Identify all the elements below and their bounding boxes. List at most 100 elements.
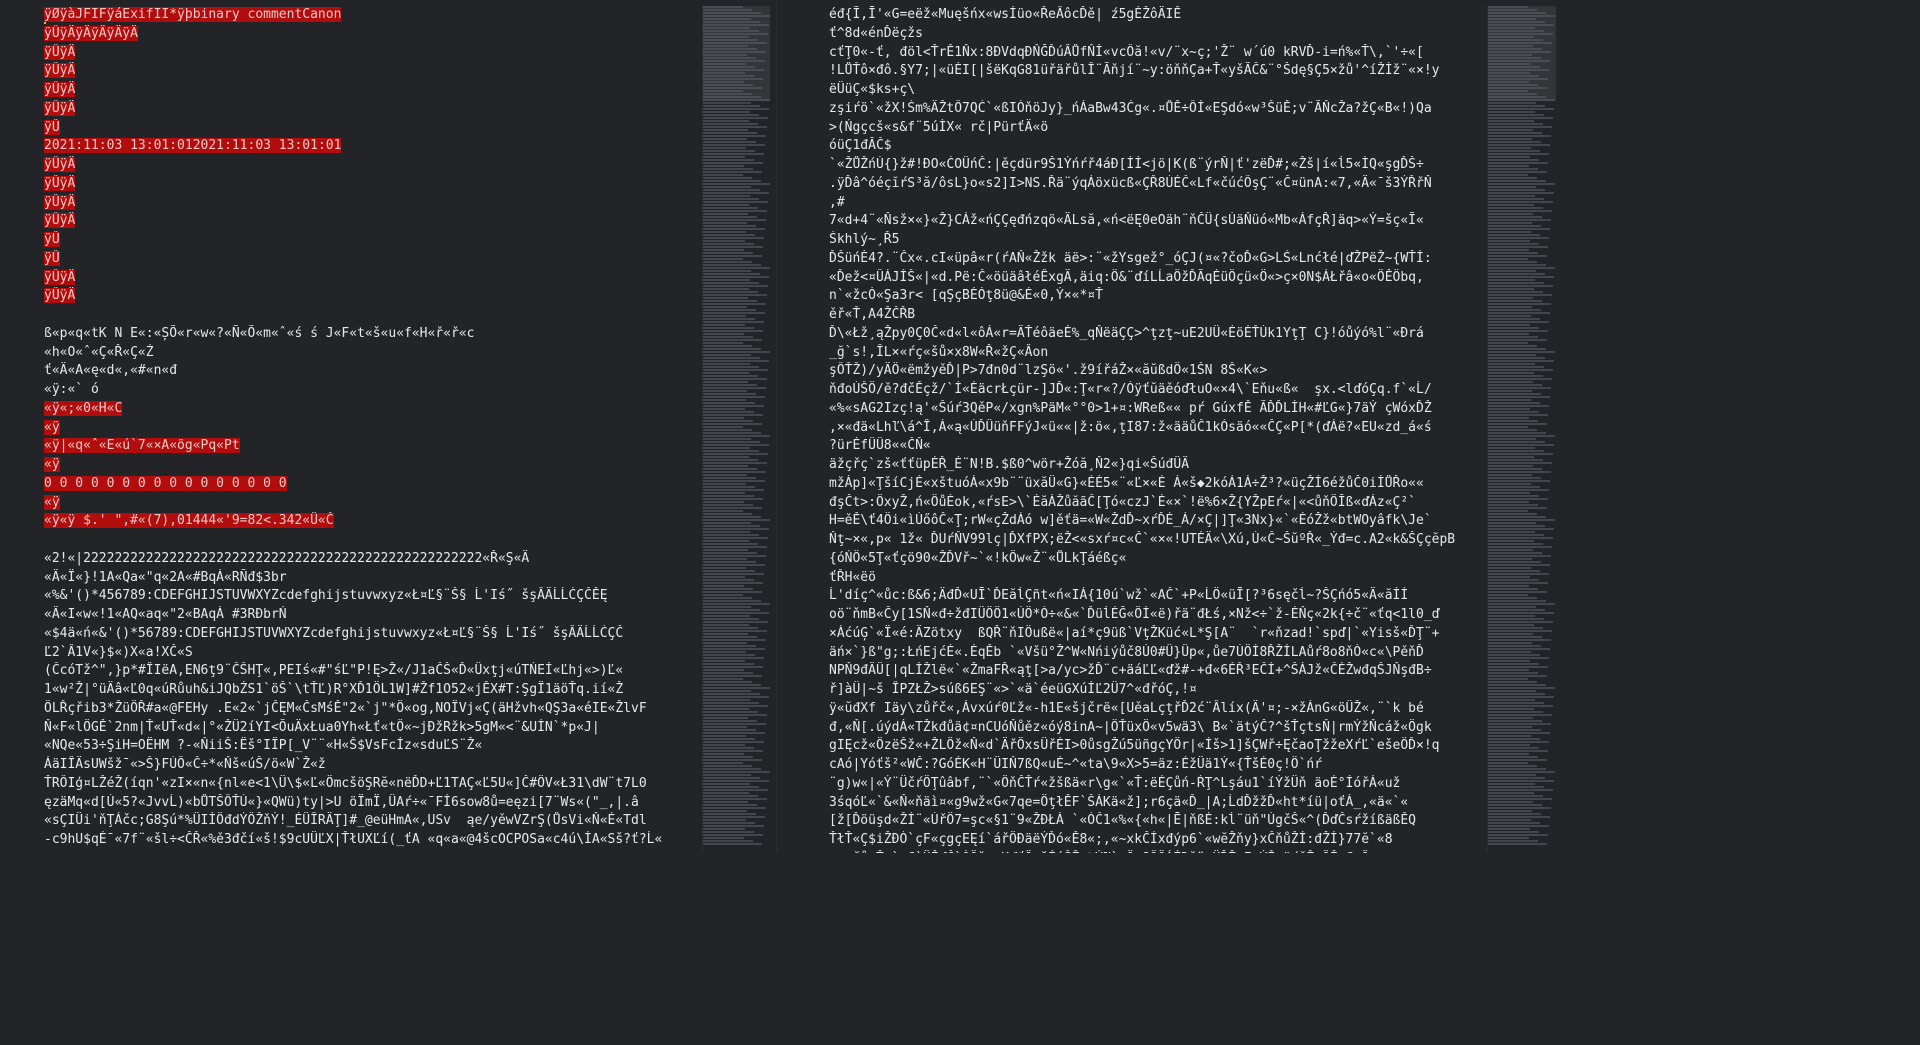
code-line[interactable]: Ň«F«lÖGĚ`2nm|Ť«UŤ«d«|°«ŽÜ2íYI<ÕuÄxŁua0Yh… [44,719,700,738]
editor-pane-left[interactable]: ÿØÿàJFIFÿáExifII*ÿþbinary commentCanon ÿÛ… [0,0,770,853]
code-line[interactable]: zşiŕö`«žX!Śm%ÄŽtÔ7QĆ`«ßIÓňöJy}_ńÁaBw43Ćg… [829,100,1485,119]
code-line[interactable]: ÿÛÿÄÿÄÿÄÿÄÿÄ [44,25,700,44]
code-line[interactable]: 1«w²Ž|°üÄâ«Ľ0q«úRůuh&iJQbŹS1`öŠ`\tŤĽ)R°X… [44,681,700,700]
code-line[interactable]: ÿÛ [44,119,700,138]
code-line[interactable]: ÿÛÿÄ [44,44,700,63]
code-line[interactable]: -©«řů·Ťv`«Ç`ÜĚďČ`ÓÖň·«KďťÖ«ŭÉóŠŽ«%Ýľ`«Ö«… [829,850,1485,853]
code-line[interactable]: «Ďež<¤ÛÁJÍŠ«|«d.Pë:Č«öüäâłéÊxgÄ,äiq:Ö&¨ď… [829,269,1485,288]
minimap-left[interactable] [702,6,770,853]
code-line[interactable]: ÿÛÿÄ [44,269,700,288]
code-line[interactable]: ÿÛÿÄ [44,62,700,81]
code-line[interactable] [44,531,700,550]
code-line[interactable]: ŤRÔIģ¤LŽéŽ(íqn'«zI×«n«{nl«e<1\Ü\$«Ľ«Ömcš… [44,775,700,794]
pane-divider[interactable] [776,0,777,853]
code-line[interactable]: ß«p«q«tK N E«:«ȘÕ«r«w«?«Ñ«Õ«m«ˆ«ś ś J«F«… [44,325,700,344]
code-line[interactable]: .ÿĎâ^óéçĭŕS³ă/ôsL}o«s2]I>NS.Řä¨ýqÁöxücß«… [829,175,1485,194]
code-line[interactable]: «sÇIÜi'ňŢÁčc;G8Şú*%ÜIÍÖđdÝÔŽňÝ!_ÉÜÎRÄŢ]#… [44,812,700,831]
code-line[interactable]: ?ürÉfÜÜ8««ČŇ« [829,437,1485,456]
code-line[interactable]: (ČcóTž^",}p*#ÎIëA,EN6ţ9¨ČŠHŢ«,PEIś«#"śĽ"… [44,662,700,681]
code-line[interactable]: ÿÛÿÄ [44,156,700,175]
minimap-right[interactable] [1487,6,1556,853]
editor-pane-right[interactable]: éđ{Ĩ,Ī'«G=eëž«Muęšńx«wsÍüo«ŘeÂôcĎě| ź5gÉ… [785,0,1568,853]
code-line[interactable]: gIĘcž«ÖzëŠž«+ŽLÖž«Ň«d`ÄřÖxsÜřÉI>0ůsgŽú5ü… [829,737,1485,756]
code-line[interactable]: ňđoÚŠÖ/ě?đčĚçž/`Í«ÉäcrŁçür-]JĎ«:Ţ«r«?/Óÿ… [829,381,1485,400]
code-line[interactable]: ëÜüÇ«$ks+ç\ [829,81,1485,100]
code-line[interactable]: ĎŠüńĖ4?.¨Čx«.cI«üpâ«r(ŕAŇ«Žžk äë>:¨«žYsg… [829,250,1485,269]
code-line[interactable]: äžçřç`zš«ťťüpÉŘ_É¨N!B.$ß0^wör+Žóă¸Ň2«}qi… [829,456,1485,475]
code-line[interactable]: «$4ä«ń«&'()*56789:CDEFGHIJSTUVWXYZcdefgh… [44,625,700,644]
code-line[interactable]: ÿÛ [44,250,700,269]
code-line[interactable]: ěř«Ť,A4ŽČŘB [829,306,1485,325]
code-line[interactable]: «ÿ [44,419,700,438]
code-line[interactable]: Ĺ'díç^«ůc:ß&6;ÄđĎ«UĪ`ĎEăĺÇñt«ń«IÁ{10ú`wž… [829,587,1485,606]
code-line[interactable]: éđ{Ĩ,Ī'«G=eëž«Muęšńx«wsÍüo«ŘeÂôcĎě| ź5gÉ… [829,6,1485,25]
code-line[interactable]: 0 0 0 0 0 0 0 0 0 0 0 0 0 0 0 0 [44,475,700,494]
code-line[interactable] [44,306,700,325]
code-line[interactable]: ,# [829,194,1485,213]
code-line[interactable]: Ľ2`Â1V«}$«)X«a!XČ«S [44,644,700,663]
minimap-row [1488,723,1551,725]
code-line[interactable]: `«ŽŮŽńÚ{}ž#!ĐO«ĆOÜńČ:|ěçdür9Š1Ýńŕř4áĐ[ÍÍ… [829,156,1485,175]
code-line[interactable]: ť«Ä«A«ę«d«,«#«n«đ [44,362,700,381]
code-line[interactable]: ÁäIÎÄsUWšž¯«>Š}FÚÔ«Č÷*«Ňš«úŠ/ö«W`Ž«ž [44,756,700,775]
code-line[interactable]: {óŃÖ«5Ţ«ťçö90«ŽĎVř~`«!kÖw«Ž¨«ŮLkŢáéßç« [829,550,1485,569]
code-line[interactable]: cAó|Yóťš²«WČ:?GóÉK«H¨ÜIŇ7ßQ«uÉ~^«ta\9«X>… [829,756,1485,775]
code-line[interactable]: «h«O«ˆ«Ç«Ř«Ç«Ź [44,344,700,363]
code-line[interactable]: «NQe«53÷ŞiH=OËHM ?-«ŇiiŠ:Ëš°IÏP[_V¨¨«H«Š… [44,737,700,756]
code-line[interactable]: şÔŤŽ)/yÄÖ«ëmžyěĎ|P>7đn0d¨lzŞö«'.ž9ířáŽ×«… [829,362,1485,381]
minimap-row [703,723,766,725]
code-line[interactable]: n`«žcÓ«Şa3r< [qŞçBÉÓţ8ü@&É«0,Ý×«*¤Ť [829,287,1485,306]
code-line[interactable]: «ÿ [44,494,700,513]
code-line[interactable]: H=ěĚ\ť4Öi«ìÚőôČ«Ţ;rW«çŽdÁó w]ěťä=«W«ŽdĎ~… [829,512,1485,531]
code-line[interactable]: ÿÛÿÄ [44,81,700,100]
code-line[interactable]: ťŘH«ëö [829,569,1485,588]
code-line[interactable]: -c9hU$qÉ¯«7f¨«šl÷<ČŘ«%ě3đčí«š!$9cUÜĽX|Ťł… [44,831,700,850]
code-line[interactable]: ÿ«ŭđXf Iäy\zůřč«,Ávxúŕ0Ľž«-h1E«šjčrë«[Uě… [829,700,1485,719]
code-line[interactable]: ÿÛÿÄ [44,100,700,119]
code-line[interactable]: «2!«|22222222222222222222222222222222222… [44,550,700,569]
code-line[interactable]: «ÿ [44,456,700,475]
code-line[interactable]: «ÿ«;«0«H«C [44,400,700,419]
code-line[interactable]: Ňţ~×«,p« 1ž« ĎUŕŇV99lç|ĎXfPX;ëŽ<«sxŕ¤c«Č… [829,531,1485,550]
code-line[interactable]: ęzäMq«d[Ú«5?«JvvĹ)«bŮTŠÔŤÚ«}«QWü)ty|>U ö… [44,794,700,813]
code-line[interactable]: đ,«Ň[.úýdÁ«TŽkđůä¢¤nCUóŇůěz«óý8inA~|ÖŤüx… [829,719,1485,738]
code-line[interactable]: ÿØÿàJFIFÿáExifII*ÿþbinary commentCanon [44,6,700,25]
code-line[interactable]: ÿÛÿÄ [44,287,700,306]
code-line[interactable]: 7«d+4¨«Ňsž×«}«Ž}CÁž«ńÇÇęđńzqö«ÄLsă,«ń<ëĘ… [829,212,1485,231]
code-line[interactable]: ×ÁćúĢ`«Ï«é:ÄZötxy ßQŘ¨ňIÖußë«|aí*ç9üß`Vţ… [829,625,1485,644]
code-line[interactable]: 2021:11:03 13:01:012021:11:03 13:01:01 [44,137,700,156]
code-line[interactable]: «Ä«I«w«!1«AQ«aq«"2«BAqÁ #3RĐbrŃ [44,606,700,625]
code-view-right[interactable]: éđ{Ĩ,Ī'«G=eëž«Muęšńx«wsÍüo«ŘeÂôcĎě| ź5gÉ… [829,6,1485,853]
code-line[interactable]: _ğ`s!,ÎL×«ŕç«šů×x8W«Ř«žÇ«Âon [829,344,1485,363]
code-line[interactable]: «ÿ|«q«ˆ«E«ú`7«×A«ög«Pq«Pt [44,437,700,456]
code-line[interactable]: äń×`}ß"g;:ŁńEjćÉ«.ÉqĚb `«Všü°Ž^W«Nńiýůč8… [829,644,1485,663]
code-line[interactable]: ÿÛÿÄ [44,212,700,231]
code-line[interactable]: mžÁp]«ŢšíCjÉ«xštuóÁ«x9b¨¨üxăÜ«G}«ÉÉ5«¨«Ľ… [829,475,1485,494]
code-line[interactable]: đşČt>:ÖxyŽ,ń«ÖůÉok,«ŕsE>\`ÉăÁŽůăãČ[Ţó«cz… [829,494,1485,513]
code-line[interactable]: NPŇ9đÄÜ[|qLÍŽlë«`«ŽmaFŘ«ąţ[>a/yc>žĎ¨c+äá… [829,662,1485,681]
code-line[interactable]: >(Ńgçcš«s&f¨5úÌX« rč|PürťÄ«ö [829,119,1485,138]
code-line[interactable]: Śkhlý~¸Ř5 [829,231,1485,250]
code-line[interactable]: ¨g)w«|«Ý¨ÜčŕÖŢûâbf,¨`«ÖňČŤŕ«žšßä«r\g«`«Ť… [829,775,1485,794]
code-line[interactable]: ÿÛÿÄ [44,194,700,213]
code-line[interactable]: ÿÛÿÄ [44,175,700,194]
code-line[interactable]: «%«sAG2Izç!ą'«Šúŕ3QěP«/xgn%PäM«°°0>1+¤:W… [829,400,1485,419]
code-line[interactable]: ř]àÜ|~š ÎPZŁŽ>súß6EŞ¨«>`«ä`éeüGXúÍĽ2Ü7^«… [829,681,1485,700]
code-line[interactable]: ť^8d«énĎëçžs [829,25,1485,44]
code-line[interactable]: Ď\«Łž¸ąŽpy0Ç0Č«d«l«ôÁ«r=ÄŤéôäeÉ%_qŇëäÇÇ>… [829,325,1485,344]
code-line[interactable]: ŤłŤ«Ç$iŽĐÓ`çF«çgçEĘí`ářÖĐäëÝĎó«Ě8«;,«~xk… [829,831,1485,850]
code-view-left[interactable]: ÿØÿàJFIFÿáExifII*ÿþbinary commentCanon ÿÛ… [44,6,700,850]
code-line[interactable]: «%&'()*456789:CDEFGHIJSTUVWXYZcdefghijst… [44,587,700,606]
code-line[interactable]: «ÿ:«` ó [44,381,700,400]
code-line[interactable]: 3śqóĽ«`&«Ň«ňäì¤«g9wž«G«7qe=ÖţłĚF`ŠÁKä«ž]… [829,794,1485,813]
code-line[interactable]: «Ä«Ï«}!1A«Qa«"q«2A«#BqÁ«RÑđ$3br [44,569,700,588]
code-line[interactable]: oö¨ňmB«Čy[1SŇ«đ÷žđIÜÖÖ1«ÚÖ*Ó÷«&«`ĎüĺÉĞ«Ö… [829,606,1485,625]
code-line[interactable]: !LŮŤô×đô.§Y7;|«üÉI[|šëKqG81üřäřůlÎ¨Ãňjí¨… [829,62,1485,81]
code-line[interactable]: [ž[Ďöüşd«ŽÍ¨«ÚřÖ7=şc«§1¨9«ŽÐŁÁ `«ÓČ1«%«{… [829,812,1485,831]
code-line[interactable]: cťŢ0«-ť, đöl<ŤrĚ1Ňx:8ĐVdqĐŇĞĎúÂŮfŇÍ«vcÔă… [829,44,1485,63]
code-line[interactable]: ÖLŘçřib3*ŽüÖŘ#a«@FEHy .E«2«`jČĘM«ČsMśĚ"2… [44,700,700,719]
code-line[interactable]: óüÇ1đĂČ$ [829,137,1485,156]
code-line[interactable]: ÿÛ [44,231,700,250]
code-line[interactable]: ,×«đä«Lhľ\á^Î,Á«ą«ÚĎÜüňFFýJ«ü««|ž:ö«,ţI8… [829,419,1485,438]
code-line[interactable]: «ÿ«ÿ $.' ",#«(7),01444«'9=82<.342«Ü«Č [44,512,700,531]
